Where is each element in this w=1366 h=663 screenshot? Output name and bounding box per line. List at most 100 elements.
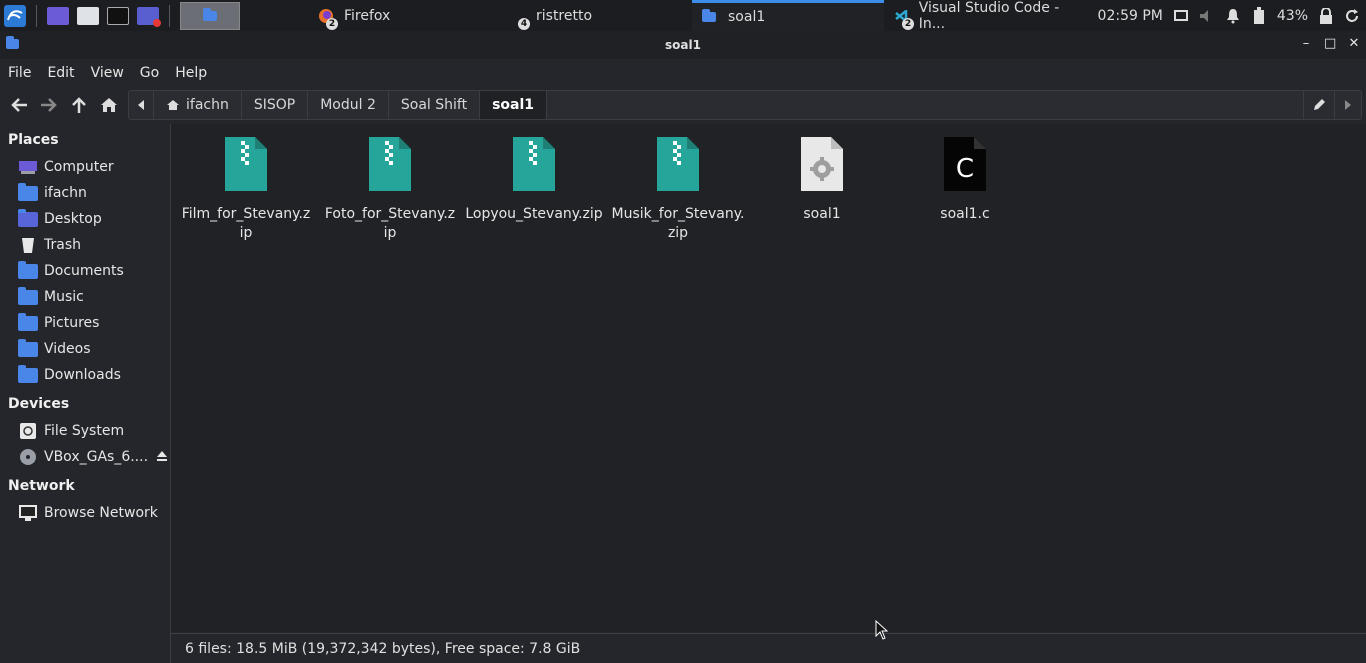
breadcrumb-right-arrow[interactable] bbox=[1334, 91, 1361, 119]
file-manager-icon[interactable] bbox=[77, 6, 99, 25]
documents-folder-icon bbox=[18, 260, 38, 279]
back-button[interactable] bbox=[4, 90, 34, 120]
home-button[interactable] bbox=[94, 90, 124, 120]
task-count-badge: 2 bbox=[902, 17, 914, 30]
home-folder-icon bbox=[18, 182, 38, 201]
menu-go[interactable]: Go bbox=[132, 65, 167, 81]
file-item[interactable]: soal1 bbox=[750, 137, 894, 224]
computer-icon bbox=[18, 159, 38, 175]
battery-icon[interactable] bbox=[1251, 6, 1267, 24]
task-firefox[interactable]: 2 Firefox bbox=[308, 0, 498, 31]
lock-icon[interactable] bbox=[1318, 7, 1334, 24]
up-button[interactable] bbox=[64, 90, 94, 120]
devices-heading: Devices bbox=[8, 396, 70, 412]
minimize-button[interactable]: – bbox=[1300, 36, 1312, 52]
workspace-switcher[interactable] bbox=[180, 1, 240, 30]
sidebar-item-vbox[interactable]: VBox_GAs_6.... bbox=[0, 444, 170, 470]
terminal-icon[interactable] bbox=[107, 6, 129, 25]
sidebar-item-trash[interactable]: Trash bbox=[0, 232, 170, 258]
sidebar-item-label: Trash bbox=[44, 237, 81, 253]
file-item[interactable]: Musik_for_Stevany. zip bbox=[606, 137, 750, 243]
forward-button[interactable] bbox=[34, 90, 64, 120]
file-name: Foto_for_Stevany.z ip bbox=[324, 206, 456, 241]
zip-archive-icon bbox=[513, 137, 555, 191]
volume-icon[interactable] bbox=[1199, 8, 1215, 24]
breadcrumb-soal-shift[interactable]: Soal Shift bbox=[389, 91, 481, 119]
up-arrow-icon bbox=[72, 97, 86, 113]
zip-archive-icon bbox=[225, 137, 267, 191]
menu-edit[interactable]: Edit bbox=[39, 65, 82, 81]
downloads-folder-icon bbox=[18, 364, 38, 383]
task-count-badge: 2 bbox=[326, 17, 338, 30]
breadcrumb-soal1[interactable]: soal1 bbox=[480, 91, 548, 119]
breadcrumb-left-arrow[interactable] bbox=[129, 91, 154, 119]
toolbar: ifachn SISOP Modul 2 Soal Shift soal1 bbox=[0, 87, 1366, 123]
menu-help[interactable]: Help bbox=[167, 65, 215, 81]
sidebar-item-ifachn[interactable]: ifachn bbox=[0, 180, 170, 206]
sidebar-item-label: Desktop bbox=[44, 211, 102, 227]
home-icon bbox=[101, 98, 117, 112]
sidebar-item-downloads[interactable]: Downloads bbox=[0, 362, 170, 388]
task-label: soal1 bbox=[728, 9, 766, 25]
workspace-folder-icon bbox=[203, 7, 217, 21]
panel-separator bbox=[36, 4, 37, 27]
sidebar-item-file-system[interactable]: File System bbox=[0, 418, 170, 444]
sidebar-item-label: Browse Network bbox=[44, 505, 158, 521]
app-menu-button[interactable] bbox=[0, 0, 30, 31]
sidebar-item-desktop[interactable]: Desktop bbox=[0, 206, 170, 232]
refresh-icon[interactable] bbox=[1344, 8, 1360, 24]
file-item[interactable]: Lopyou_Stevany.zip bbox=[462, 137, 606, 224]
sidebar-item-browse-network[interactable]: Browse Network bbox=[0, 500, 170, 526]
task-ristretto[interactable]: 4 ristretto bbox=[500, 0, 690, 31]
drive-icon bbox=[18, 423, 38, 439]
back-arrow-icon bbox=[11, 98, 27, 112]
image-viewer-icon: 4 bbox=[510, 8, 530, 30]
sidebar-item-label: Documents bbox=[44, 263, 124, 279]
folder-icon bbox=[702, 9, 720, 25]
clock[interactable]: 02:59 PM bbox=[1098, 8, 1163, 24]
task-vscode[interactable]: 2 Visual Studio Code - In... bbox=[884, 0, 1078, 32]
close-button[interactable]: ✕ bbox=[1348, 36, 1360, 52]
status-text: 6 files: 18.5 MiB (19,372,342 bytes), Fr… bbox=[185, 640, 581, 657]
file-name: soal1 bbox=[803, 206, 841, 222]
file-name: Film_for_Stevany.z ip bbox=[181, 206, 311, 241]
task-label: Firefox bbox=[344, 7, 391, 24]
edit-location-button[interactable] bbox=[1303, 91, 1334, 119]
task-label: ristretto bbox=[536, 7, 593, 24]
sidebar-item-pictures[interactable]: Pictures bbox=[0, 310, 170, 336]
display-icon[interactable] bbox=[1173, 8, 1189, 24]
menu-file[interactable]: File bbox=[0, 65, 39, 81]
sidebar-item-computer[interactable]: Computer bbox=[0, 154, 170, 180]
menu-view[interactable]: View bbox=[83, 65, 132, 81]
sidebar-item-videos[interactable]: Videos bbox=[0, 336, 170, 362]
sidebar-item-music[interactable]: Music bbox=[0, 284, 170, 310]
file-item[interactable]: C soal1.c bbox=[893, 137, 1037, 224]
file-view[interactable]: Film_for_Stevany.z ip Foto_for_Stevany.z i… bbox=[171, 124, 1366, 632]
notification-bell-icon[interactable] bbox=[1225, 8, 1241, 24]
desktop-folder-icon bbox=[18, 208, 38, 227]
file-item[interactable]: Film_for_Stevany.z ip bbox=[174, 137, 318, 243]
sidebar-item-documents[interactable]: Documents bbox=[0, 258, 170, 284]
window-titlebar[interactable]: soal1 – □ ✕ bbox=[0, 31, 1366, 59]
screen-recorder-icon[interactable] bbox=[137, 6, 161, 27]
home-icon bbox=[167, 100, 179, 110]
task-soal1[interactable]: soal1 bbox=[692, 0, 884, 31]
top-panel: 2 Firefox 4 ristretto soal1 2 Visual Stu… bbox=[0, 0, 1366, 32]
sidebar-item-label: ifachn bbox=[44, 185, 87, 201]
battery-percent[interactable]: 43% bbox=[1277, 8, 1308, 24]
file-name: Musik_for_Stevany. zip bbox=[611, 206, 745, 241]
file-item[interactable]: Foto_for_Stevany.z ip bbox=[318, 137, 462, 243]
breadcrumb-ifachn[interactable]: ifachn bbox=[154, 91, 242, 119]
sidebar-item-label: File System bbox=[44, 423, 125, 439]
panel-separator bbox=[169, 4, 170, 27]
file-name: soal1.c bbox=[940, 206, 990, 222]
eject-icon[interactable] bbox=[156, 449, 168, 465]
sidebar: Places Computer ifachn Desktop Trash Doc… bbox=[0, 124, 171, 663]
task-count-badge: 4 bbox=[518, 17, 530, 30]
breadcrumb-label: ifachn bbox=[186, 97, 229, 113]
maximize-button[interactable]: □ bbox=[1324, 36, 1336, 52]
zip-archive-icon bbox=[657, 137, 699, 191]
breadcrumb-sisop[interactable]: SISOP bbox=[242, 91, 309, 119]
desktop-icon[interactable] bbox=[47, 6, 69, 25]
breadcrumb-modul2[interactable]: Modul 2 bbox=[308, 91, 389, 119]
